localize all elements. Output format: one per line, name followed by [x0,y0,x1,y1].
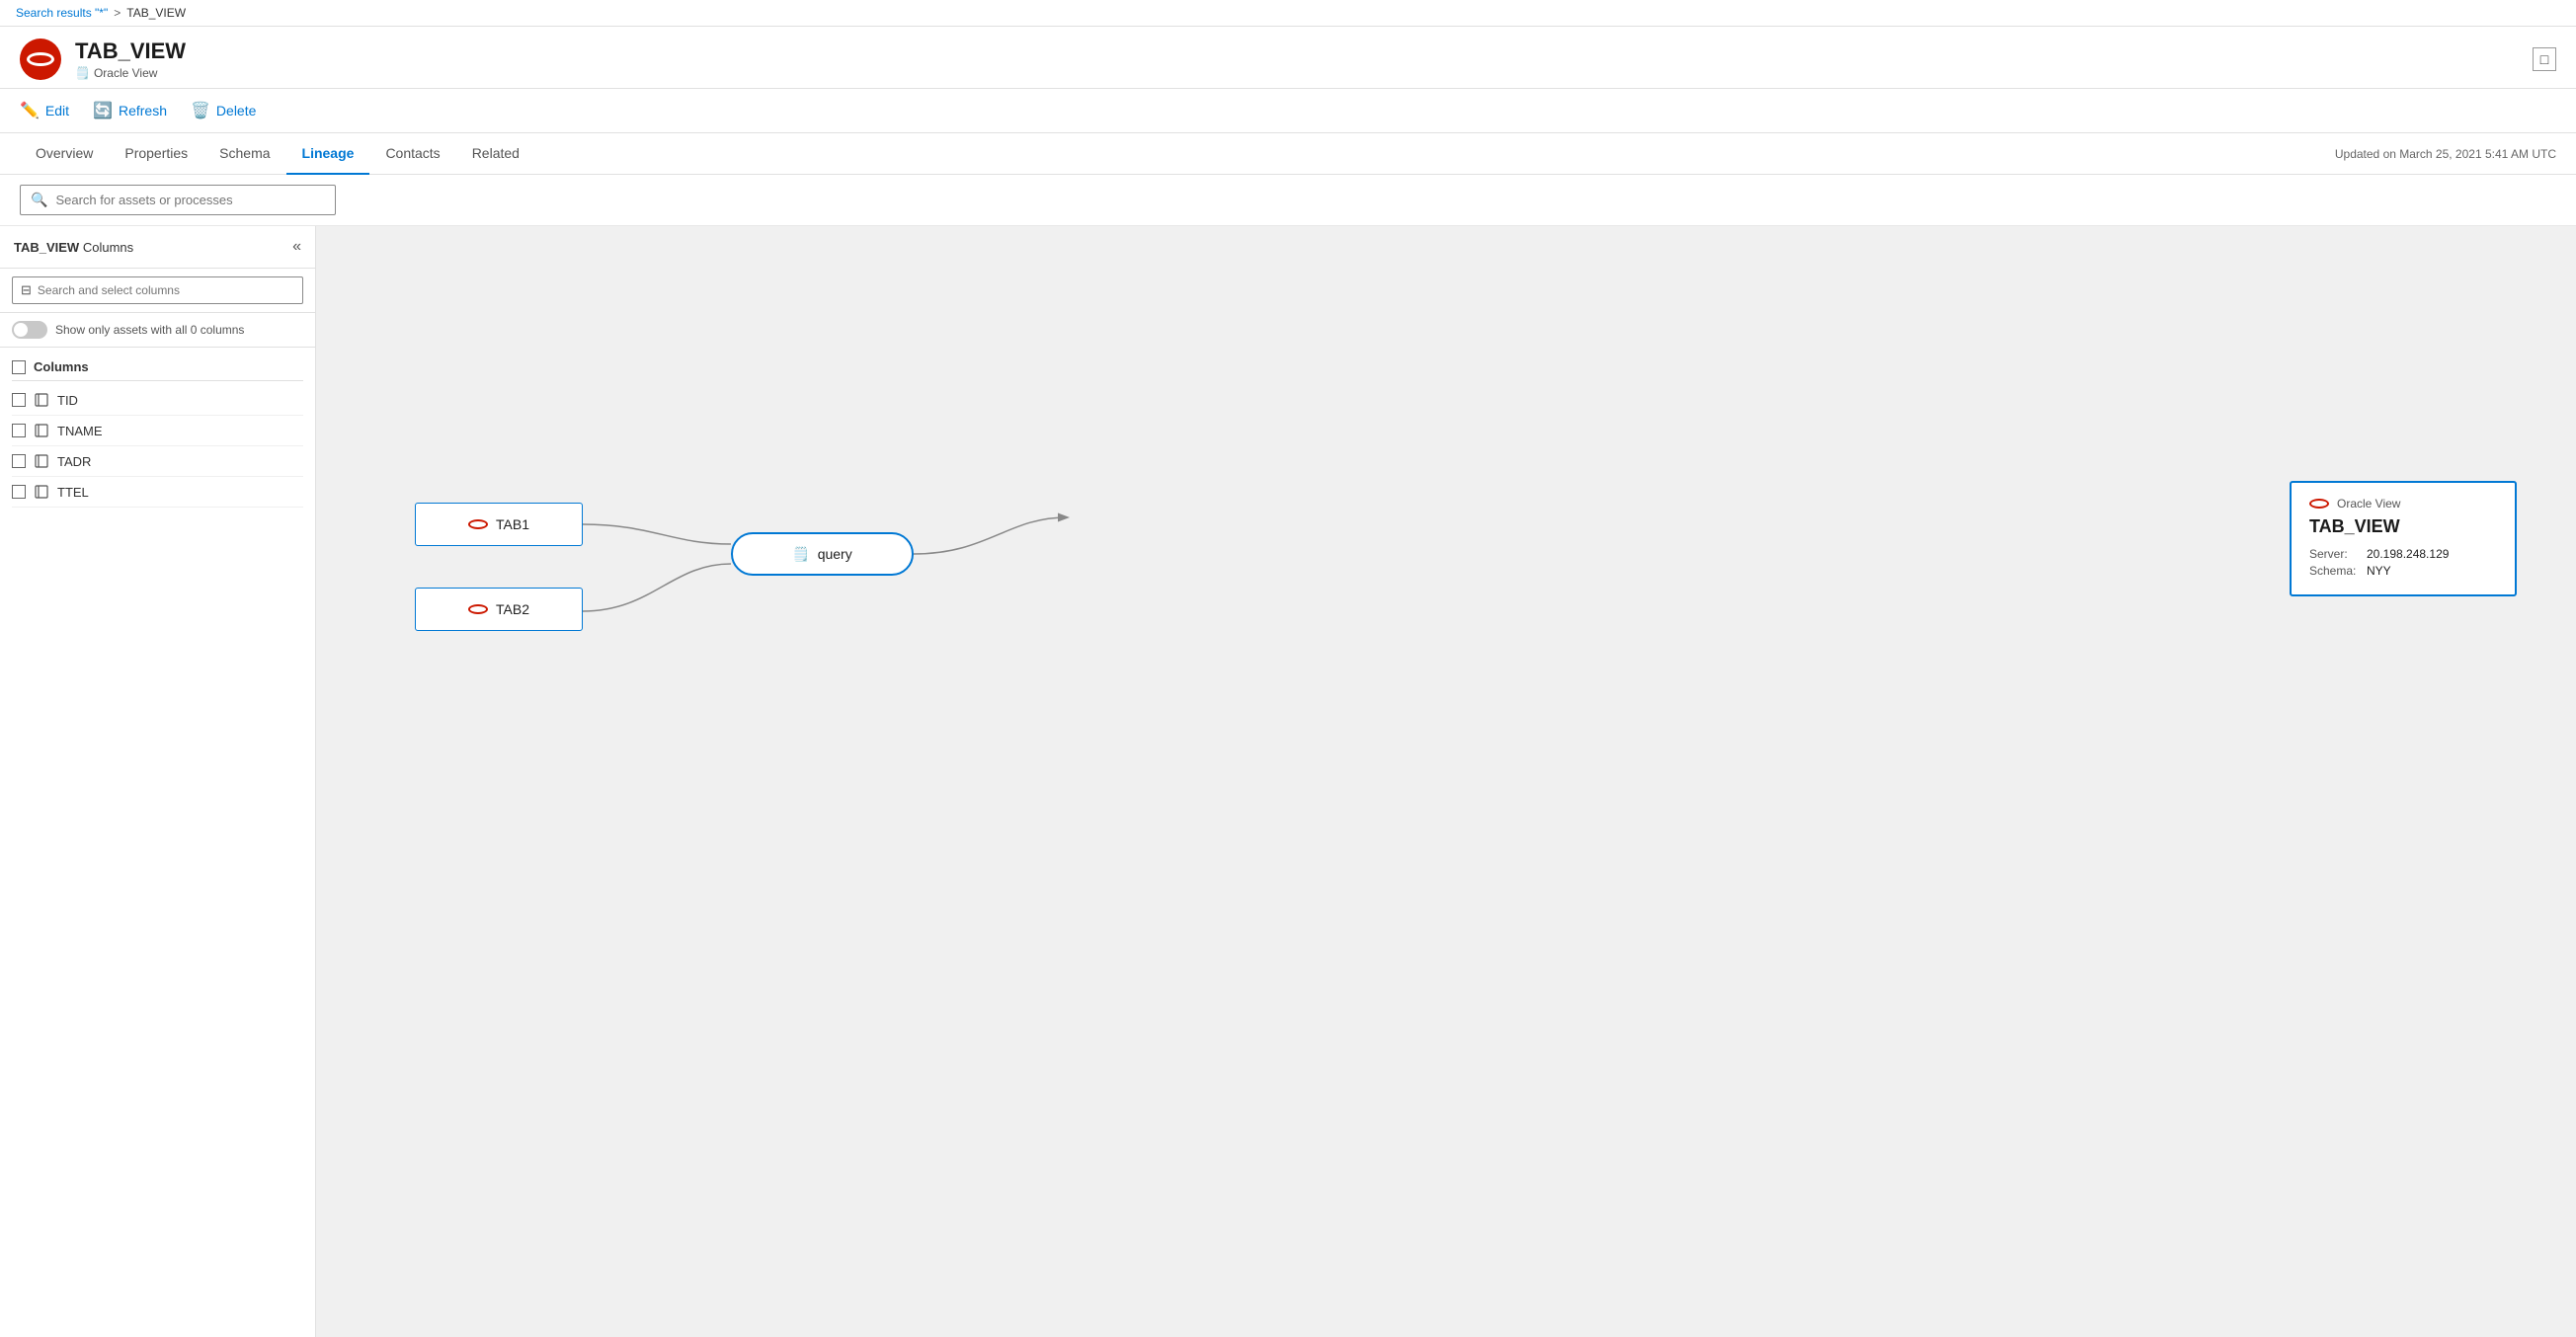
tab-schema[interactable]: Schema [203,133,285,175]
sidebar-filter-area: ⊟ [0,269,315,313]
toggle-label: Show only assets with all 0 columns [55,323,244,337]
column-type-icon-tname [34,423,49,438]
detail-card-name: TAB_VIEW [2309,516,2497,537]
tab-properties[interactable]: Properties [109,133,203,175]
lineage-canvas[interactable]: TAB1 TAB2 🗒️ query Oracle View TAB_VIEW … [316,226,2576,1337]
filter-icon: ⊟ [21,282,32,298]
node-tab1-label: TAB1 [496,516,529,532]
list-item: TID [12,385,303,416]
column-type-icon-ttel [34,484,49,500]
node-query[interactable]: 🗒️ query [731,532,914,576]
tabs-bar: Overview Properties Schema Lineage Conta… [0,133,2576,175]
node-tab2-label: TAB2 [496,601,529,617]
detail-server-label: Server: [2309,547,2359,561]
detail-card-server-row: Server: 20.198.248.129 [2309,547,2497,561]
header-left: TAB_VIEW 🗒️ Oracle View [20,39,186,80]
detail-schema-value: NYY [2367,564,2391,578]
expand-button[interactable]: □ [2533,47,2556,71]
search-bar[interactable]: 🔍 [20,185,336,215]
refresh-icon: 🔄 [93,101,113,120]
column-type-icon-tid [34,392,49,408]
columns-header-row: Columns [12,354,303,381]
oracle-icon-tab2 [468,604,488,614]
tabs-list: Overview Properties Schema Lineage Conta… [20,133,535,174]
detail-card-header: Oracle View [2309,497,2497,511]
column-name-tadr: TADR [57,454,91,469]
page-header: TAB_VIEW 🗒️ Oracle View □ [0,27,2576,89]
toolbar: ✏️ Edit 🔄 Refresh 🗑️ Delete [0,89,2576,133]
breadcrumb-separator: > [114,6,121,20]
toggle-switch[interactable] [12,321,47,339]
edit-icon: ✏️ [20,101,40,120]
sidebar-title: TAB_VIEW Columns [14,240,133,255]
list-item: TNAME [12,416,303,446]
search-bar-area: 🔍 [0,175,2576,226]
subtitle-text: Oracle View [94,66,157,80]
breadcrumb: Search results "*" > TAB_VIEW [0,0,2576,27]
breadcrumb-link[interactable]: Search results "*" [16,6,108,20]
main-content: TAB_VIEW Columns « ⊟ Show only assets wi… [0,226,2576,1337]
column-name-tid: TID [57,393,78,408]
node-query-label: query [818,546,852,562]
sidebar-panel: TAB_VIEW Columns « ⊟ Show only assets wi… [0,226,316,1337]
node-tab1[interactable]: TAB1 [415,503,583,546]
tab-related[interactable]: Related [456,133,535,175]
sidebar-collapse-button[interactable]: « [292,238,301,256]
columns-list: Columns TID [0,348,315,1337]
column-checkbox-tadr[interactable] [12,454,26,468]
oracle-icon-detail [2309,499,2329,509]
edit-button[interactable]: ✏️ Edit [20,97,69,124]
sidebar-title-rest: Columns [83,240,133,255]
toggle-row: Show only assets with all 0 columns [0,313,315,348]
column-filter-input[interactable] [38,283,294,297]
toggle-knob [14,323,28,337]
search-input[interactable] [55,193,325,207]
oracle-icon-tab1 [468,519,488,529]
edit-label: Edit [45,103,69,118]
delete-icon: 🗑️ [191,101,210,120]
search-icon: 🔍 [31,192,47,208]
header-title-block: TAB_VIEW 🗒️ Oracle View [75,39,186,80]
column-checkbox-ttel[interactable] [12,485,26,499]
detail-card-type: Oracle View [2337,497,2400,511]
subtitle-icon: 🗒️ [75,66,90,80]
sidebar-header: TAB_VIEW Columns « [0,226,315,269]
oracle-logo [20,39,61,80]
list-item: TADR [12,446,303,477]
column-name-ttel: TTEL [57,485,89,500]
refresh-label: Refresh [119,103,167,118]
sidebar-title-bold: TAB_VIEW [14,240,79,255]
columns-header-label: Columns [34,359,89,374]
tab-overview[interactable]: Overview [20,133,109,175]
column-checkbox-tid[interactable] [12,393,26,407]
expand-icon: □ [2540,51,2548,67]
doc-icon-query: 🗒️ [792,546,809,563]
breadcrumb-current: TAB_VIEW [126,6,186,20]
select-all-checkbox[interactable] [12,360,26,374]
header-subtitle: 🗒️ Oracle View [75,66,186,80]
detail-card-tabview[interactable]: Oracle View TAB_VIEW Server: 20.198.248.… [2290,481,2517,596]
lineage-svg [316,226,2576,1337]
detail-server-value: 20.198.248.129 [2367,547,2449,561]
refresh-button[interactable]: 🔄 Refresh [93,97,167,124]
detail-schema-label: Schema: [2309,564,2359,578]
delete-label: Delete [216,103,256,118]
tab-contacts[interactable]: Contacts [369,133,455,175]
column-checkbox-tname[interactable] [12,424,26,437]
list-item: TTEL [12,477,303,508]
column-filter-bar[interactable]: ⊟ [12,276,303,304]
node-tab2[interactable]: TAB2 [415,588,583,631]
updated-timestamp: Updated on March 25, 2021 5:41 AM UTC [2335,147,2556,161]
oracle-logo-inner [27,52,54,66]
delete-button[interactable]: 🗑️ Delete [191,97,256,124]
detail-card-schema-row: Schema: NYY [2309,564,2497,578]
column-name-tname: TNAME [57,424,103,438]
page-title: TAB_VIEW [75,39,186,64]
tab-lineage[interactable]: Lineage [286,133,370,175]
column-type-icon-tadr [34,453,49,469]
